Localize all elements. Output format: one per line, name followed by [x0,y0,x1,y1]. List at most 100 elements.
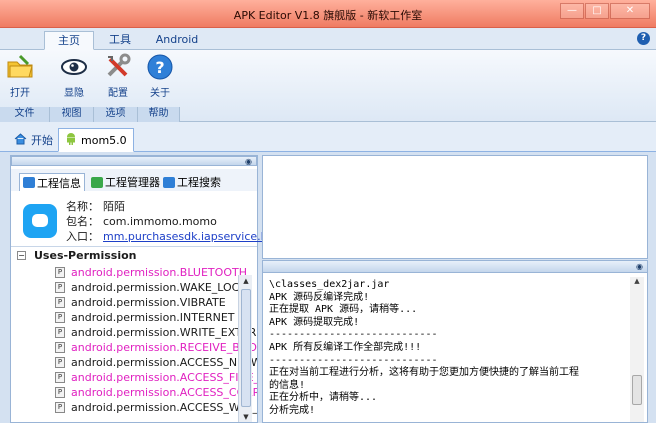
app-package-key: 包名： [66,215,99,228]
group-file: 文件 [0,107,50,122]
permission-item[interactable]: Pandroid.permission.WRITE_EXTERI [55,325,257,340]
console-line: APK 所有反编译工作全部完成!!! [269,341,422,353]
permission-item[interactable]: Pandroid.permission.ACCESS_NETW [55,355,257,370]
permission-item[interactable]: Pandroid.permission.RECEIVE_BOO [55,340,257,355]
permission-icon: P [55,267,65,278]
subtab-project-search[interactable]: 工程搜索 [163,173,221,191]
info-card-icon [23,177,35,188]
scroll-up-icon[interactable]: ▲ [239,275,253,287]
scroll-down-icon[interactable]: ▼ [239,411,253,422]
permission-item[interactable]: Pandroid.permission.VIBRATE [55,295,226,310]
permission-name: android.permission.ACCESS_COAR [71,386,257,399]
console-header: ◉ [263,261,647,273]
app-name-value: 陌陌 [103,200,125,213]
panel-toggle-eye-icon[interactable]: ◉ [245,157,252,166]
permission-item[interactable]: Pandroid.permission.BLUETOOTH [55,265,247,280]
open-button[interactable]: 打开 [4,53,36,103]
folder-icon [5,53,35,81]
app-entry-key: 入口： [66,230,99,243]
permission-name: android.permission.ACCESS_FINE_ [71,371,257,384]
search-icon [163,176,175,188]
scroll-thumb[interactable] [241,289,251,407]
permission-tree: − Uses-Permission Pandroid.permission.BL… [11,246,257,422]
permission-item[interactable]: Pandroid.permission.WAKE_LOCK [55,280,247,295]
android-icon [65,132,77,148]
config-button-label: 配置 [108,88,128,99]
console-toggle-eye-icon[interactable]: ◉ [636,262,643,271]
app-info: 名称： 陌陌 包名： com.immomo.momo 入口： mm.purchases… [11,192,276,243]
ribbon-tab-bar: 主页 工具 Android ? [0,28,656,50]
tab-tools[interactable]: 工具 [100,31,140,50]
subtab-project-manager-label: 工程管理器 [105,176,160,189]
doc-tab-project-label: mom5.0 [81,133,127,147]
app-entry-link[interactable]: mm.purchasesdk.iapservice.P... [103,230,276,243]
subtab-project-info[interactable]: 工程信息 [19,173,85,191]
tools-icon [103,53,133,81]
help-icon[interactable]: ? [637,32,650,45]
config-button[interactable]: 配置 [102,53,134,103]
subtab-project-search-label: 工程搜索 [177,176,221,189]
permission-icon: P [55,282,65,293]
about-button[interactable]: ? 关于 [144,53,176,103]
subtab-project-manager[interactable]: 工程管理器 [91,173,160,191]
permission-icon: P [55,342,65,353]
manager-icon [91,176,103,188]
group-view: 视图 [50,107,94,122]
home-icon [14,132,27,148]
console-scroll-thumb[interactable] [632,375,642,405]
permission-name: android.permission.WRITE_EXTERI [71,326,257,339]
permission-group-header[interactable]: − Uses-Permission [17,249,137,262]
permission-item[interactable]: Pandroid.permission.ACCESS_COAR [55,385,257,400]
permission-name: android.permission.ACCESS_WIFI_ [71,401,257,414]
app-name-key: 名称： [66,200,99,213]
console-scrollbar[interactable]: ▲ [630,277,644,422]
permission-item[interactable]: Pandroid.permission.ACCESS_FINE_ [55,370,257,385]
permission-item[interactable]: Pandroid.permission.INTERNET [55,310,235,325]
toggle-view-button[interactable]: 显隐 [58,53,90,103]
doc-tab-project[interactable]: mom5.0 [58,128,134,152]
app-name-row: 名称： 陌陌 [63,198,125,214]
permission-group-label: Uses-Permission [34,249,137,262]
app-icon [23,204,57,238]
open-button-label: 打开 [10,88,30,99]
tab-android[interactable]: Android [146,31,208,50]
window-controls: — □ ✕ [559,3,650,19]
console-line: 正在提取 APK 源码，请稍等... [269,304,418,316]
permission-icon: P [55,357,65,368]
console-line: 正在对当前工程进行分析，这将有助于您更加方便快捷的了解当前工程 [269,367,579,379]
permission-item[interactable]: Pandroid.permission.ACCESS_WIFI_ [55,400,257,415]
permission-name: android.permission.ACCESS_NETW [71,356,257,369]
permission-name: android.permission.WAKE_LOCK [71,281,247,294]
log-console: ◉ \classes_dex2jar.jar APK 源码反编译完成! 正在提取 A… [262,260,648,423]
collapse-icon[interactable]: − [17,251,26,260]
maximize-icon: □ [592,5,602,16]
permission-name: android.permission.RECEIVE_BOO [71,341,257,354]
maximize-button[interactable]: □ [585,3,609,19]
project-info-panel: ◉ 工程信息 工程管理器 工程搜索 名称： 陌陌 包名： com.immomo.mo… [10,155,276,423]
console-line: 正在分析中，请稍等... [269,392,378,404]
minimize-icon: — [567,5,577,16]
main-area: ◉ 工程信息 工程管理器 工程搜索 名称： 陌陌 包名： com.immomo.mo… [0,152,656,423]
about-button-label: 关于 [150,88,170,99]
window-title: APK Editor V1.8 旗舰版 - 新软工作室 [233,9,423,22]
doc-tab-start-label: 开始 [31,134,53,147]
app-package-value: com.immomo.momo [103,215,217,228]
about-help-icon: ? [145,53,175,81]
minimize-button[interactable]: — [560,3,584,19]
console-scroll-up-icon[interactable]: ▲ [630,277,644,285]
permission-icon: P [55,372,65,383]
info-subtabs: 工程信息 工程管理器 工程搜索 [11,169,257,191]
subtab-project-info-label: 工程信息 [37,176,81,190]
permission-icon: P [55,297,65,308]
group-options: 选项 [94,107,138,122]
console-line: APK 源码反编译完成! [269,291,370,303]
svg-text:?: ? [155,58,164,77]
permission-scrollbar[interactable]: ▲ ▼ [238,275,252,422]
eye-icon [59,53,89,81]
title-bar: APK Editor V1.8 旗舰版 - 新软工作室 — □ ✕ [0,0,656,28]
close-button[interactable]: ✕ [610,3,650,19]
tab-home[interactable]: 主页 [44,31,94,50]
permission-icon: P [55,327,65,338]
document-tab-bar: 开始 mom5.0 [0,122,656,152]
doc-tab-start[interactable]: 开始 [8,128,59,152]
